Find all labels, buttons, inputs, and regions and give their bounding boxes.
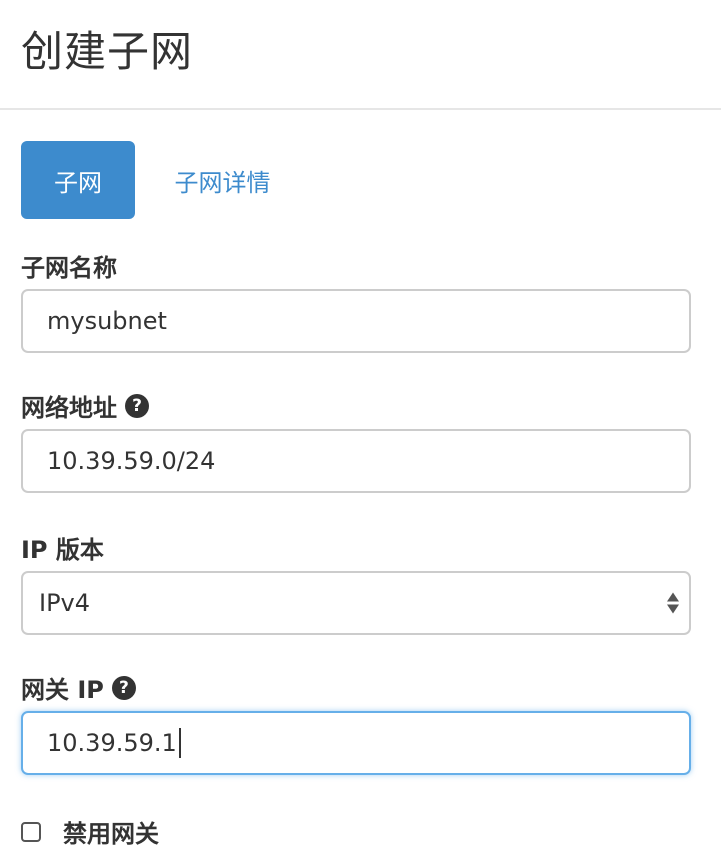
select-arrows-icon (667, 592, 679, 614)
ip-version-label: IP 版本 (21, 530, 104, 565)
tab-subnet-details[interactable]: 子网详情 (160, 141, 285, 219)
subnet-name-label: 子网名称 (21, 248, 117, 283)
ip-version-label-text: IP 版本 (21, 536, 104, 564)
header-divider (0, 108, 721, 110)
network-address-label-text: 网络地址 (21, 394, 117, 422)
ip-version-select[interactable]: IPv4 (21, 571, 691, 635)
network-address-input[interactable]: 10.39.59.0/24 (21, 429, 691, 493)
ip-version-selected: IPv4 (39, 589, 91, 617)
gateway-ip-label: 网关 IP ? (21, 670, 136, 705)
subnet-name-value: mysubnet (47, 307, 167, 335)
disable-gateway-row[interactable]: 禁用网关 (21, 814, 159, 849)
gateway-ip-input[interactable]: 10.39.59.1 (21, 711, 691, 775)
disable-gateway-label[interactable]: 禁用网关 (63, 814, 159, 849)
gateway-ip-value: 10.39.59.1 (47, 729, 177, 757)
question-circle-icon[interactable]: ? (125, 393, 149, 418)
subnet-name-input[interactable]: mysubnet (21, 289, 691, 353)
network-address-value: 10.39.59.0/24 (47, 447, 216, 475)
gateway-ip-label-text: 网关 IP (21, 676, 104, 704)
text-cursor (178, 728, 181, 758)
question-circle-icon[interactable]: ? (111, 675, 136, 700)
page-title: 创建子网 (21, 27, 194, 76)
tab-subnet[interactable]: 子网 (21, 141, 135, 219)
disable-gateway-checkbox[interactable] (21, 821, 41, 842)
subnet-name-label-text: 子网名称 (21, 254, 117, 282)
network-address-label: 网络地址 ? (21, 388, 149, 423)
